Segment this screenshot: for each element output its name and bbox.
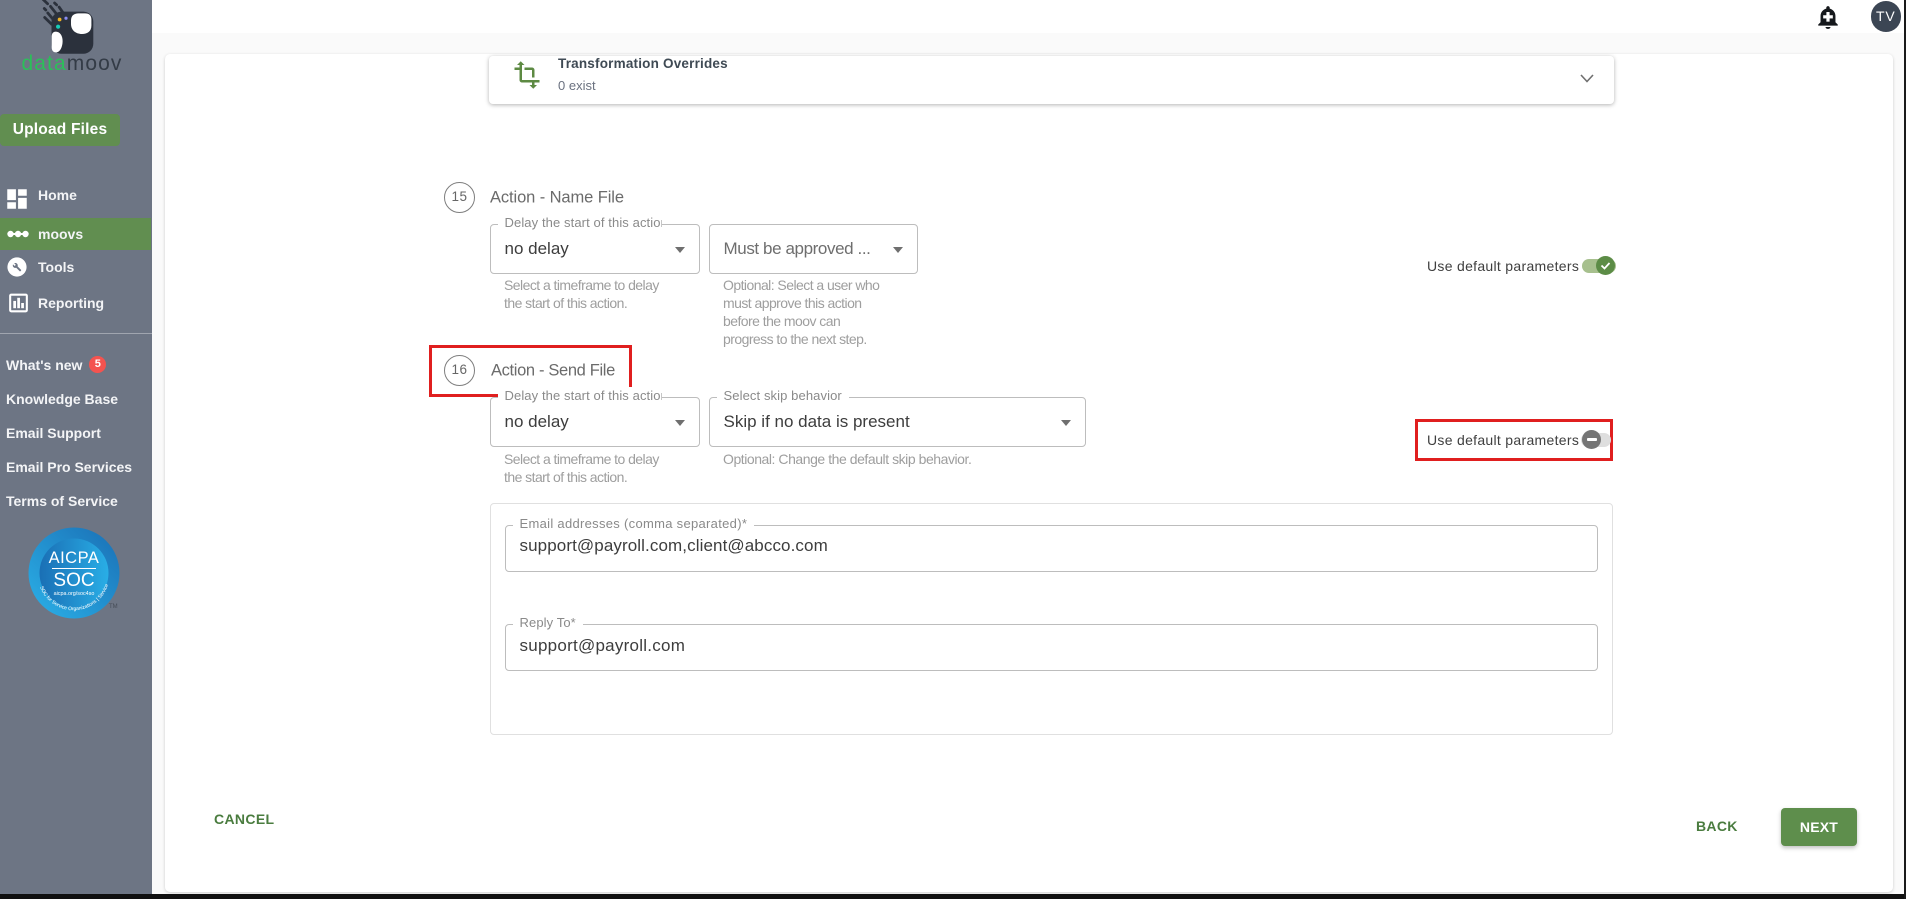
svg-text:SOC: SOC bbox=[53, 570, 94, 591]
svg-text:aicpa.org/soc4so: aicpa.org/soc4so bbox=[54, 591, 95, 597]
svg-text:AICPA: AICPA bbox=[49, 549, 100, 567]
